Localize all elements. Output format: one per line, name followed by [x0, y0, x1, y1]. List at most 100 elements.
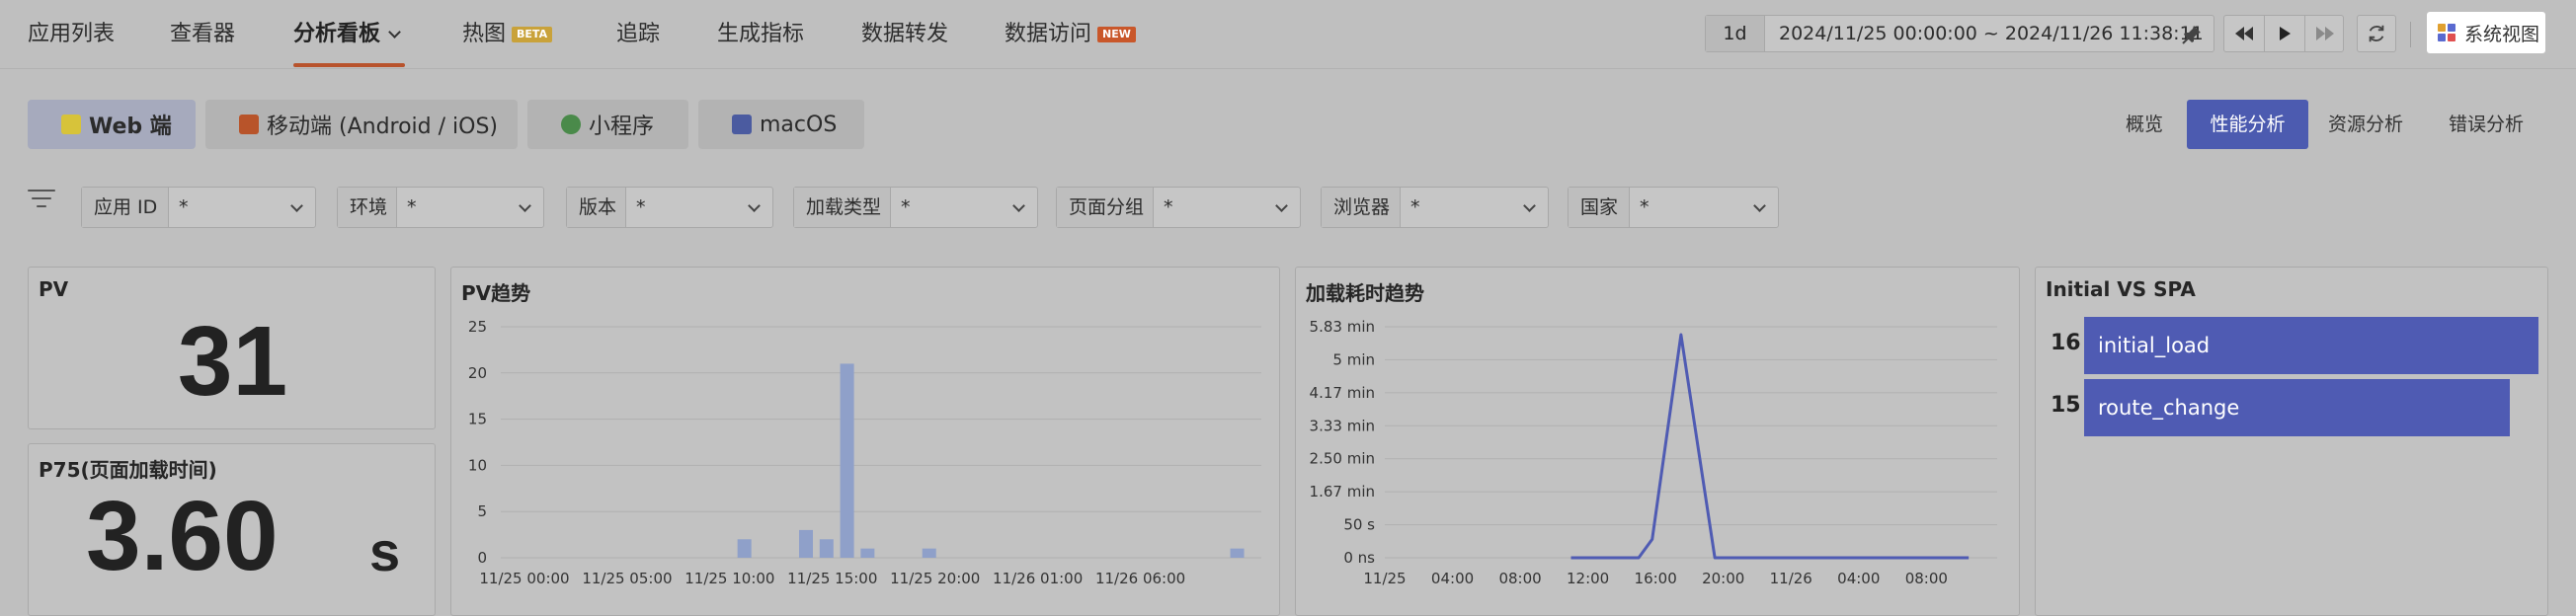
chevron-down-icon — [1523, 199, 1536, 212]
tab-web[interactable]: Web 端 — [28, 100, 196, 149]
pv-trend-chart: 0 5 10 15 20 25 11/25 00:00 11/25 05:00 11/25 10… — [468, 318, 1261, 587]
filter-value: * — [1640, 196, 1650, 218]
tab-miniprogram[interactable]: 小程序 — [527, 100, 688, 149]
x-tick-label: 12:00 — [1567, 570, 1609, 587]
filter-page-group[interactable]: 页面分组 * — [1056, 187, 1301, 228]
play-button[interactable] — [2265, 16, 2304, 51]
x-tick-label: 11/26 01:00 — [993, 570, 1083, 587]
nav-item-data-forwarding[interactable]: 数据转发 — [861, 20, 948, 49]
nav-label: 数据转发 — [861, 22, 949, 46]
nav-item-generate-metrics[interactable]: 生成指标 — [717, 20, 804, 49]
tab-label: 小程序 — [589, 115, 655, 139]
refresh-button[interactable] — [2357, 15, 2396, 52]
nav-label: 数据访问 — [1005, 22, 1092, 46]
nav-item-heatmap[interactable]: 热图 BETA — [462, 20, 553, 49]
fast-forward-button[interactable] — [2305, 16, 2345, 51]
time-range-picker[interactable]: 1d 2024/11/25 00:00:00 ~ 2024/11/26 11:3… — [1705, 15, 2214, 52]
y-tick-label: 3.33 min — [1310, 417, 1375, 434]
chevron-down-icon — [1753, 199, 1766, 212]
p75-value: 3.60 — [86, 481, 279, 591]
y-tick-label: 20 — [468, 364, 487, 382]
filter-label: 浏览器 — [1322, 188, 1401, 227]
ivs-category-label: initial_load — [2098, 334, 2211, 357]
nav-item-data-access[interactable]: 数据访问 NEW — [1005, 20, 1136, 49]
filter-label: 国家 — [1569, 188, 1630, 227]
system-view-button[interactable]: 系统视图 — [2427, 12, 2545, 53]
filter-label: 版本 — [567, 188, 626, 227]
nav-label: 追踪 — [616, 22, 661, 46]
rewind-button[interactable] — [2224, 16, 2264, 51]
chevron-down-icon — [290, 199, 303, 212]
y-tick-label: 10 — [468, 456, 487, 474]
filter-country[interactable]: 国家 * — [1568, 187, 1779, 228]
ivs-count: 15 — [2051, 393, 2081, 418]
y-tick-label: 5 — [477, 502, 487, 520]
x-tick-label: 11/26 06:00 — [1095, 570, 1185, 587]
divider — [2410, 22, 2411, 47]
chevron-down-icon — [519, 199, 531, 212]
filter-environment[interactable]: 环境 * — [337, 187, 544, 228]
x-tick-label: 11/25 15:00 — [787, 570, 877, 587]
tab-errors[interactable]: 错误分析 — [2442, 100, 2531, 149]
filter-browser[interactable]: 浏览器 * — [1321, 187, 1549, 228]
x-tick-label: 11/25 10:00 — [684, 570, 774, 587]
tab-performance[interactable]: 性能分析 — [2187, 100, 2308, 149]
filter-app-id[interactable]: 应用 ID * — [81, 187, 316, 228]
chevron-down-icon — [748, 199, 761, 212]
card-title: P75(页面加载时间) — [39, 458, 217, 482]
playback-controls — [2223, 15, 2344, 52]
time-range-text[interactable]: 2024/11/25 00:00:00 ~ 2024/11/26 11:38:1… — [1779, 16, 2204, 51]
active-nav-indicator — [293, 63, 405, 67]
nav-label: 查看器 — [170, 22, 236, 46]
refresh-icon — [2369, 25, 2384, 42]
rewind-icon — [2235, 27, 2253, 40]
y-tick-label: 4.17 min — [1310, 384, 1375, 402]
nav-label: 应用列表 — [28, 22, 116, 46]
x-tick-label: 08:00 — [1905, 570, 1948, 587]
nav-label: 热图 — [462, 22, 507, 46]
nav-item-app-list[interactable]: 应用列表 — [28, 20, 115, 49]
filter-value: * — [636, 196, 646, 218]
new-badge: NEW — [1097, 27, 1136, 42]
nav-item-viewer[interactable]: 查看器 — [170, 20, 235, 49]
y-tick-label: 0 ns — [1343, 549, 1375, 567]
ivs-count: 16 — [2051, 331, 2081, 355]
tab-overview[interactable]: 概览 — [2114, 100, 2175, 149]
tab-resources[interactable]: 资源分析 — [2321, 100, 2410, 149]
y-tick-label: 25 — [468, 318, 487, 336]
filter-version[interactable]: 版本 * — [566, 187, 773, 228]
ivs-category-label: route_change — [2098, 396, 2240, 420]
x-tick-label: 04:00 — [1431, 570, 1474, 587]
fast-forward-icon — [2316, 27, 2334, 40]
tab-macos[interactable]: macOS — [698, 100, 864, 149]
x-tick-label: 04:00 — [1837, 570, 1880, 587]
nav-item-dashboard[interactable]: 分析看板 — [293, 20, 401, 49]
filter-value: * — [901, 196, 911, 218]
system-view-label: 系统视图 — [2464, 23, 2540, 45]
miniprogram-icon — [561, 115, 581, 134]
tab-label: macOS — [760, 112, 838, 137]
pv-bar — [819, 539, 834, 558]
tab-mobile[interactable]: 移动端 (Android / iOS) — [205, 100, 518, 149]
filter-load-type[interactable]: 加载类型 * — [793, 187, 1038, 228]
filter-value: * — [1410, 196, 1420, 218]
y-tick-label: 5.83 min — [1310, 318, 1375, 336]
js-icon — [61, 115, 81, 134]
x-tick-label: 08:00 — [1498, 570, 1541, 587]
nav-item-tracing[interactable]: 追踪 — [616, 20, 660, 49]
filter-label: 应用 ID — [82, 188, 169, 227]
filter-label: 页面分组 — [1057, 188, 1154, 227]
nav-label: 生成指标 — [717, 22, 805, 46]
time-preset-button[interactable]: 1d — [1706, 16, 1765, 51]
pin-icon[interactable] — [2180, 23, 2204, 46]
mobile-icon — [239, 115, 259, 134]
x-tick-label: 20:00 — [1702, 570, 1744, 587]
pv-bar — [1230, 548, 1245, 558]
pv-trend-card: PV趋势 0 5 10 15 20 25 11/25 00:00 11/25 05:00 11/… — [450, 267, 1280, 616]
y-tick-label: 15 — [468, 411, 487, 428]
p75-unit: s — [369, 520, 401, 582]
filter-icon[interactable] — [28, 190, 55, 213]
load-trend-chart: 0 ns 50 s 1.67 min 2.50 min 3.33 min 4.17 min… — [1310, 318, 1997, 587]
filter-label: 环境 — [338, 188, 397, 227]
filter-label: 加载类型 — [794, 188, 891, 227]
